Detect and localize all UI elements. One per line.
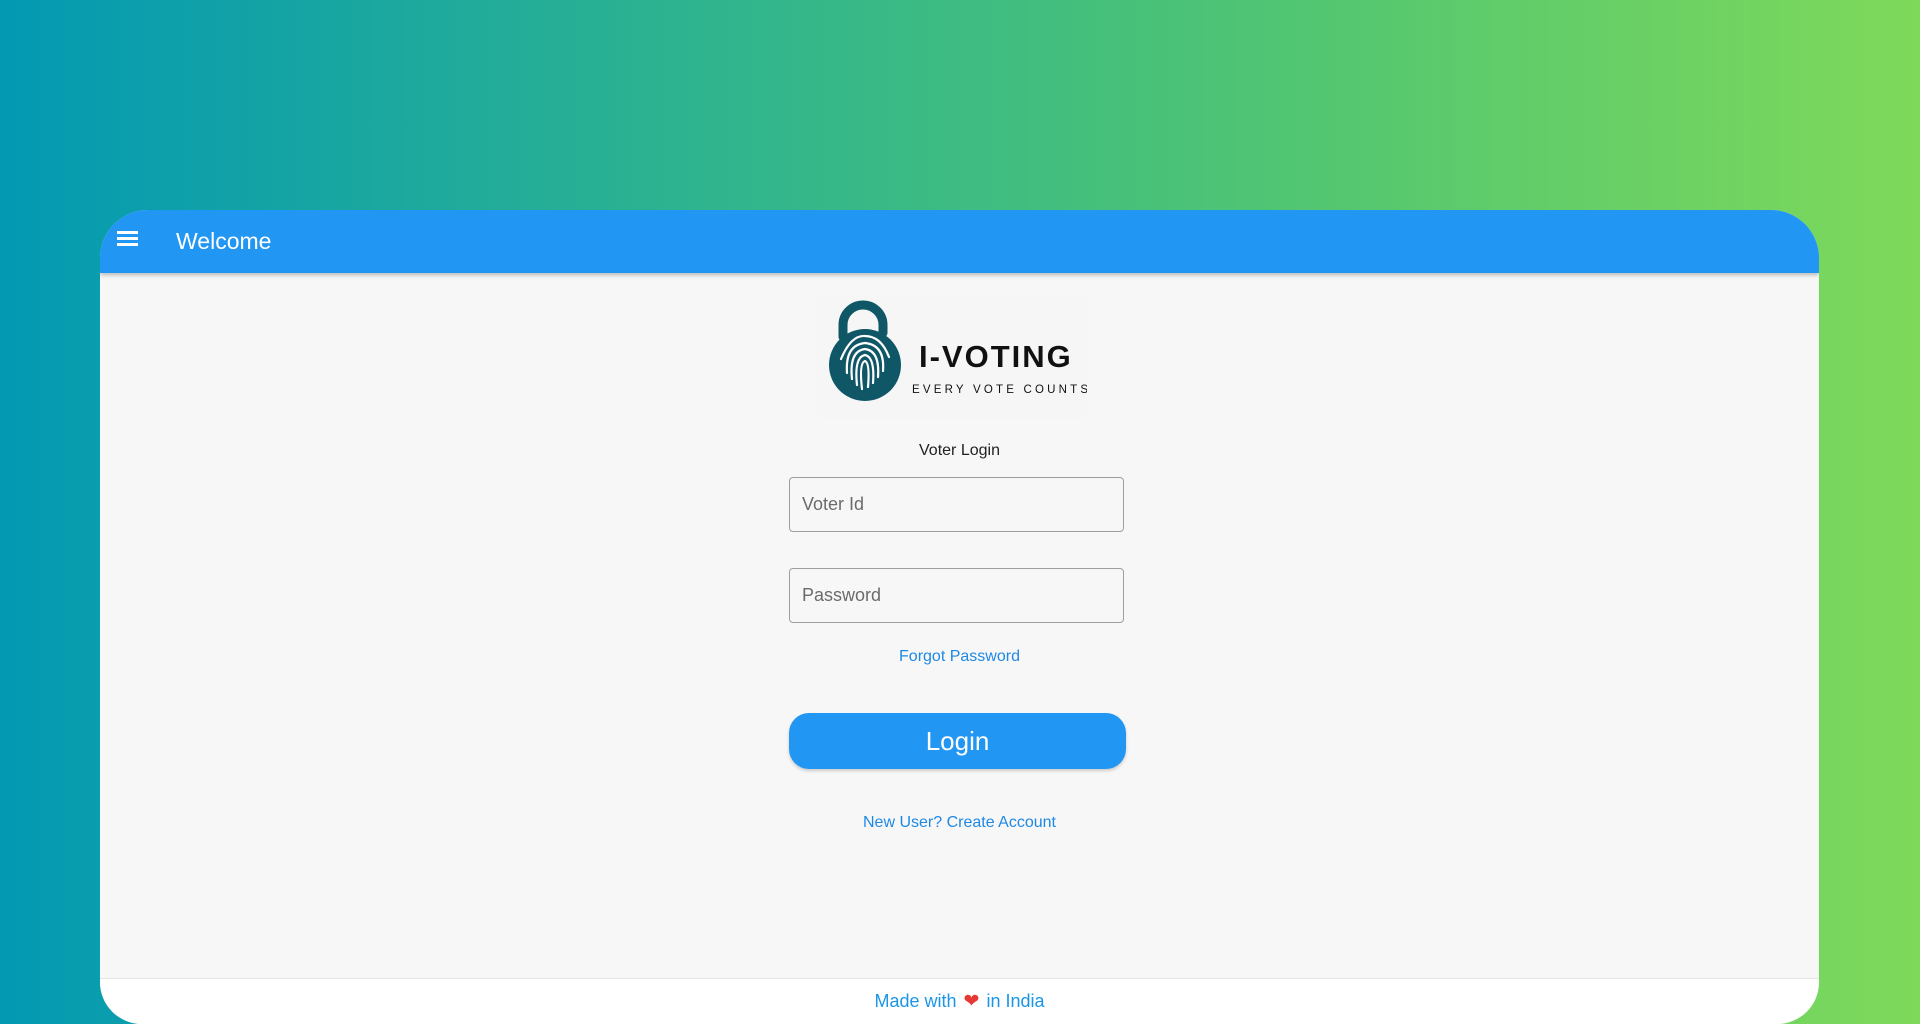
login-button[interactable]: Login [789, 713, 1126, 769]
footer-suffix: in India [986, 991, 1045, 1011]
i-voting-logo: I-VOTING EVERY VOTE COUNTS [817, 295, 1087, 419]
password-input[interactable] [789, 568, 1124, 623]
svg-text:I-VOTING: I-VOTING [919, 339, 1073, 374]
voter-id-input[interactable] [789, 477, 1124, 532]
voter-login-label: Voter Login [919, 442, 1000, 459]
svg-text:EVERY VOTE COUNTS: EVERY VOTE COUNTS [912, 384, 1087, 396]
app-window: Welcome I-VOTING EVERY VOTE COUNTS Voter… [100, 210, 1819, 1024]
login-content: I-VOTING EVERY VOTE COUNTS Voter Login F… [100, 273, 1819, 978]
page-title: Welcome [176, 228, 272, 254]
hamburger-menu-icon[interactable] [115, 228, 141, 254]
heart-icon: ❤ [963, 991, 980, 1012]
app-bar: Welcome [100, 210, 1819, 273]
footer-prefix: Made with [874, 991, 957, 1011]
padlock-fingerprint-icon: I-VOTING EVERY VOTE COUNTS [829, 300, 1087, 401]
footer: Made with ❤ in India [100, 978, 1819, 1024]
forgot-password-link[interactable]: Forgot Password [100, 648, 1819, 666]
create-account-link[interactable]: New User? Create Account [100, 814, 1819, 832]
